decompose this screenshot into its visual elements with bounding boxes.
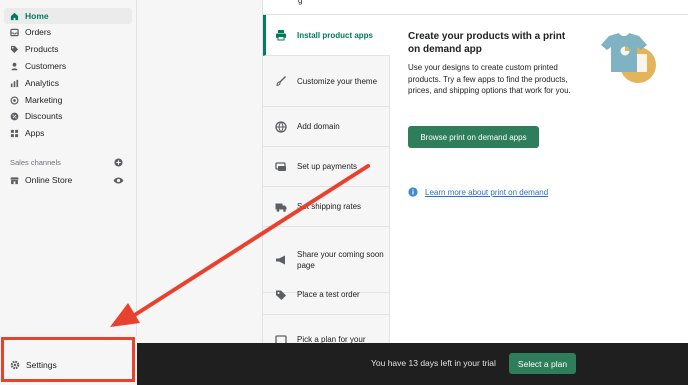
sidebar-item-label: Products: [25, 44, 59, 54]
sidebar-item-discounts[interactable]: Discounts: [4, 108, 132, 124]
annotation-highlight-box: [1, 337, 135, 382]
sidebar-item-home[interactable]: Home: [4, 8, 132, 24]
sidebar-item-customers[interactable]: Customers: [4, 58, 132, 74]
sidebar-item-analytics[interactable]: Analytics: [4, 75, 132, 91]
sidebar-item-label: Marketing: [25, 95, 63, 105]
sidebar-item-label: Discounts: [25, 111, 63, 121]
browse-print-on-demand-apps-button[interactable]: Browse print on demand apps: [408, 126, 539, 148]
tag-icon: [10, 45, 19, 54]
megaphone-icon: [275, 254, 287, 266]
discount-icon: [10, 112, 19, 121]
step-label: Place a test order: [297, 290, 360, 299]
store-icon: [10, 176, 19, 185]
cut-off-heading-fragment: g: [298, 0, 303, 5]
detail-title: Create your products with a print on dem…: [408, 31, 566, 55]
step-add-domain[interactable]: Add domain: [263, 107, 390, 147]
trial-days-text: You have 13 days left in your trial: [371, 358, 496, 368]
sidebar-item-label: Orders: [25, 27, 51, 37]
orders-icon: [10, 28, 19, 37]
step-label: Install product apps: [297, 30, 374, 40]
add-sales-channel-icon[interactable]: [114, 158, 123, 167]
sidebar-item-label: Online Store: [25, 175, 73, 185]
select-plan-button[interactable]: Select a plan: [509, 353, 576, 374]
tshirt-illustration: [601, 33, 656, 83]
truck-icon: [275, 201, 287, 213]
eye-icon[interactable]: [113, 176, 124, 185]
step-label: Set up payments: [297, 162, 358, 171]
step-install-product-apps[interactable]: Install product apps: [263, 15, 390, 56]
brush-icon: [275, 75, 287, 87]
info-icon: [408, 187, 418, 197]
sidebar-item-label: Home: [25, 11, 49, 21]
printer-icon: [275, 29, 287, 41]
person-icon: [10, 62, 19, 71]
payment-card-icon: [275, 161, 287, 173]
target-icon: [10, 95, 19, 105]
step-label: Add domain: [297, 122, 340, 131]
sidebar-item-products[interactable]: Products: [4, 41, 132, 57]
step-set-up-payments[interactable]: Set up payments: [263, 147, 390, 187]
sidebar-item-marketing[interactable]: Marketing: [4, 92, 132, 108]
globe-icon: [275, 120, 287, 133]
step-set-shipping-rates[interactable]: Set shipping rates: [263, 187, 390, 227]
step-place-test-order[interactable]: Place a test order: [263, 275, 390, 315]
sidebar-item-orders[interactable]: Orders: [4, 24, 132, 40]
step-label: Set shipping rates: [297, 202, 362, 211]
setup-steps-list: Install product apps Customize your them…: [263, 15, 390, 350]
step-customize-theme[interactable]: Customize your theme: [263, 56, 390, 107]
sidebar: Home Orders Products Customers Analytics…: [0, 0, 137, 385]
bar-chart-icon: [10, 79, 19, 88]
learn-more-row: Learn more about print on demand: [408, 187, 548, 197]
detail-description: Use your designs to create custom printe…: [408, 63, 571, 95]
sidebar-item-label: Customers: [25, 61, 67, 71]
learn-more-print-on-demand-link[interactable]: Learn more about print on demand: [425, 188, 548, 197]
sales-channels-heading: Sales channels: [10, 158, 61, 167]
step-label: Share your coming soon page: [297, 249, 384, 270]
step-label: Customize your theme: [297, 76, 378, 86]
tag-icon: [275, 289, 287, 301]
sidebar-item-label: Apps: [25, 128, 45, 138]
sidebar-item-apps[interactable]: Apps: [4, 125, 132, 141]
apps-icon: [10, 129, 19, 138]
sidebar-item-label: Analytics: [25, 78, 60, 88]
home-icon: [10, 12, 19, 21]
